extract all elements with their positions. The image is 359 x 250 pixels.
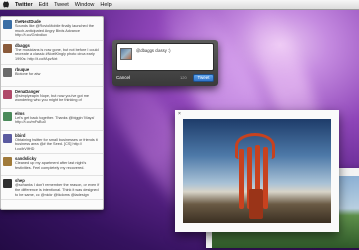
tweet-text: Let's get back together. Thanks @biggin … [15,115,95,125]
avatar[interactable] [3,111,12,121]
tweet-text: Cleaned up my apartment after last night… [15,161,87,170]
rope-strand [239,149,244,209]
tweet-item[interactable]: DenaDanger @simplyeapin Nope, but now yo… [1,87,103,109]
avatar[interactable] [3,43,12,53]
tweet-text: @simplyeapin Nope, but now you've got me… [15,93,90,103]
compose-text-area[interactable]: @dbaggs classy :) [116,43,214,71]
tweet-item[interactable]: shep @schanks I don't remember the reaso… [1,176,103,201]
attached-photo-thumbnail[interactable] [120,48,132,60]
close-icon[interactable]: × [177,112,182,117]
avatar[interactable] [3,20,12,29]
tweet-text: The musicians is now gone, but not befor… [15,47,99,61]
compose-input[interactable]: @dbaggs classy :) [136,48,171,53]
photo-viewer-window[interactable]: × [175,110,339,232]
tweet-item[interactable]: rbuque Biotone for atw [1,65,103,87]
tweet-text: Biotone for atw [15,71,41,76]
character-counter: 120 [180,75,187,80]
cancel-button[interactable]: Cancel [116,74,134,82]
avatar[interactable] [3,67,12,77]
menu-bar: Twitter Edit Tweet Window Help [0,0,359,10]
tweet-item[interactable]: dbaggs The musicians is now gone, but no… [1,41,103,65]
rope-strand [263,147,268,209]
rope-photo [183,119,331,223]
tweet-item[interactable]: theNextDude Sounds like @RovioMobile fin… [1,17,103,41]
avatar[interactable] [3,89,12,99]
menu-item-tweet[interactable]: Tweet [54,2,69,8]
menu-item-edit[interactable]: Edit [39,2,48,8]
tweet-text: Obtaining twitter for small businesses o… [15,137,98,151]
tweet-text: @schanks I don't remember the reason, or… [15,183,100,197]
tweet-item[interactable]: elms Let's get back together. Thanks @bi… [1,109,103,131]
menu-item-help[interactable]: Help [100,2,111,8]
tweet-item[interactable]: bbird Obtaining twitter for small busine… [1,131,103,155]
menu-item-window[interactable]: Window [75,2,95,8]
avatar[interactable] [3,133,12,143]
post [249,189,263,219]
avatar[interactable] [3,157,12,167]
tweet-text: Sounds like @RovioMobile finally launche… [15,24,94,38]
tweet-item[interactable]: sandslicky Cleaned up my apartment after… [1,154,103,177]
compose-sheet: @dbaggs classy :) Cancel 120 Tweet [112,40,218,86]
menu-item-twitter[interactable]: Twitter [15,2,33,8]
apple-icon[interactable] [3,1,9,8]
avatar[interactable] [3,179,12,189]
tweet-button[interactable]: Tweet [193,74,214,82]
timeline-panel[interactable]: theNextDude Sounds like @RovioMobile fin… [0,16,104,210]
